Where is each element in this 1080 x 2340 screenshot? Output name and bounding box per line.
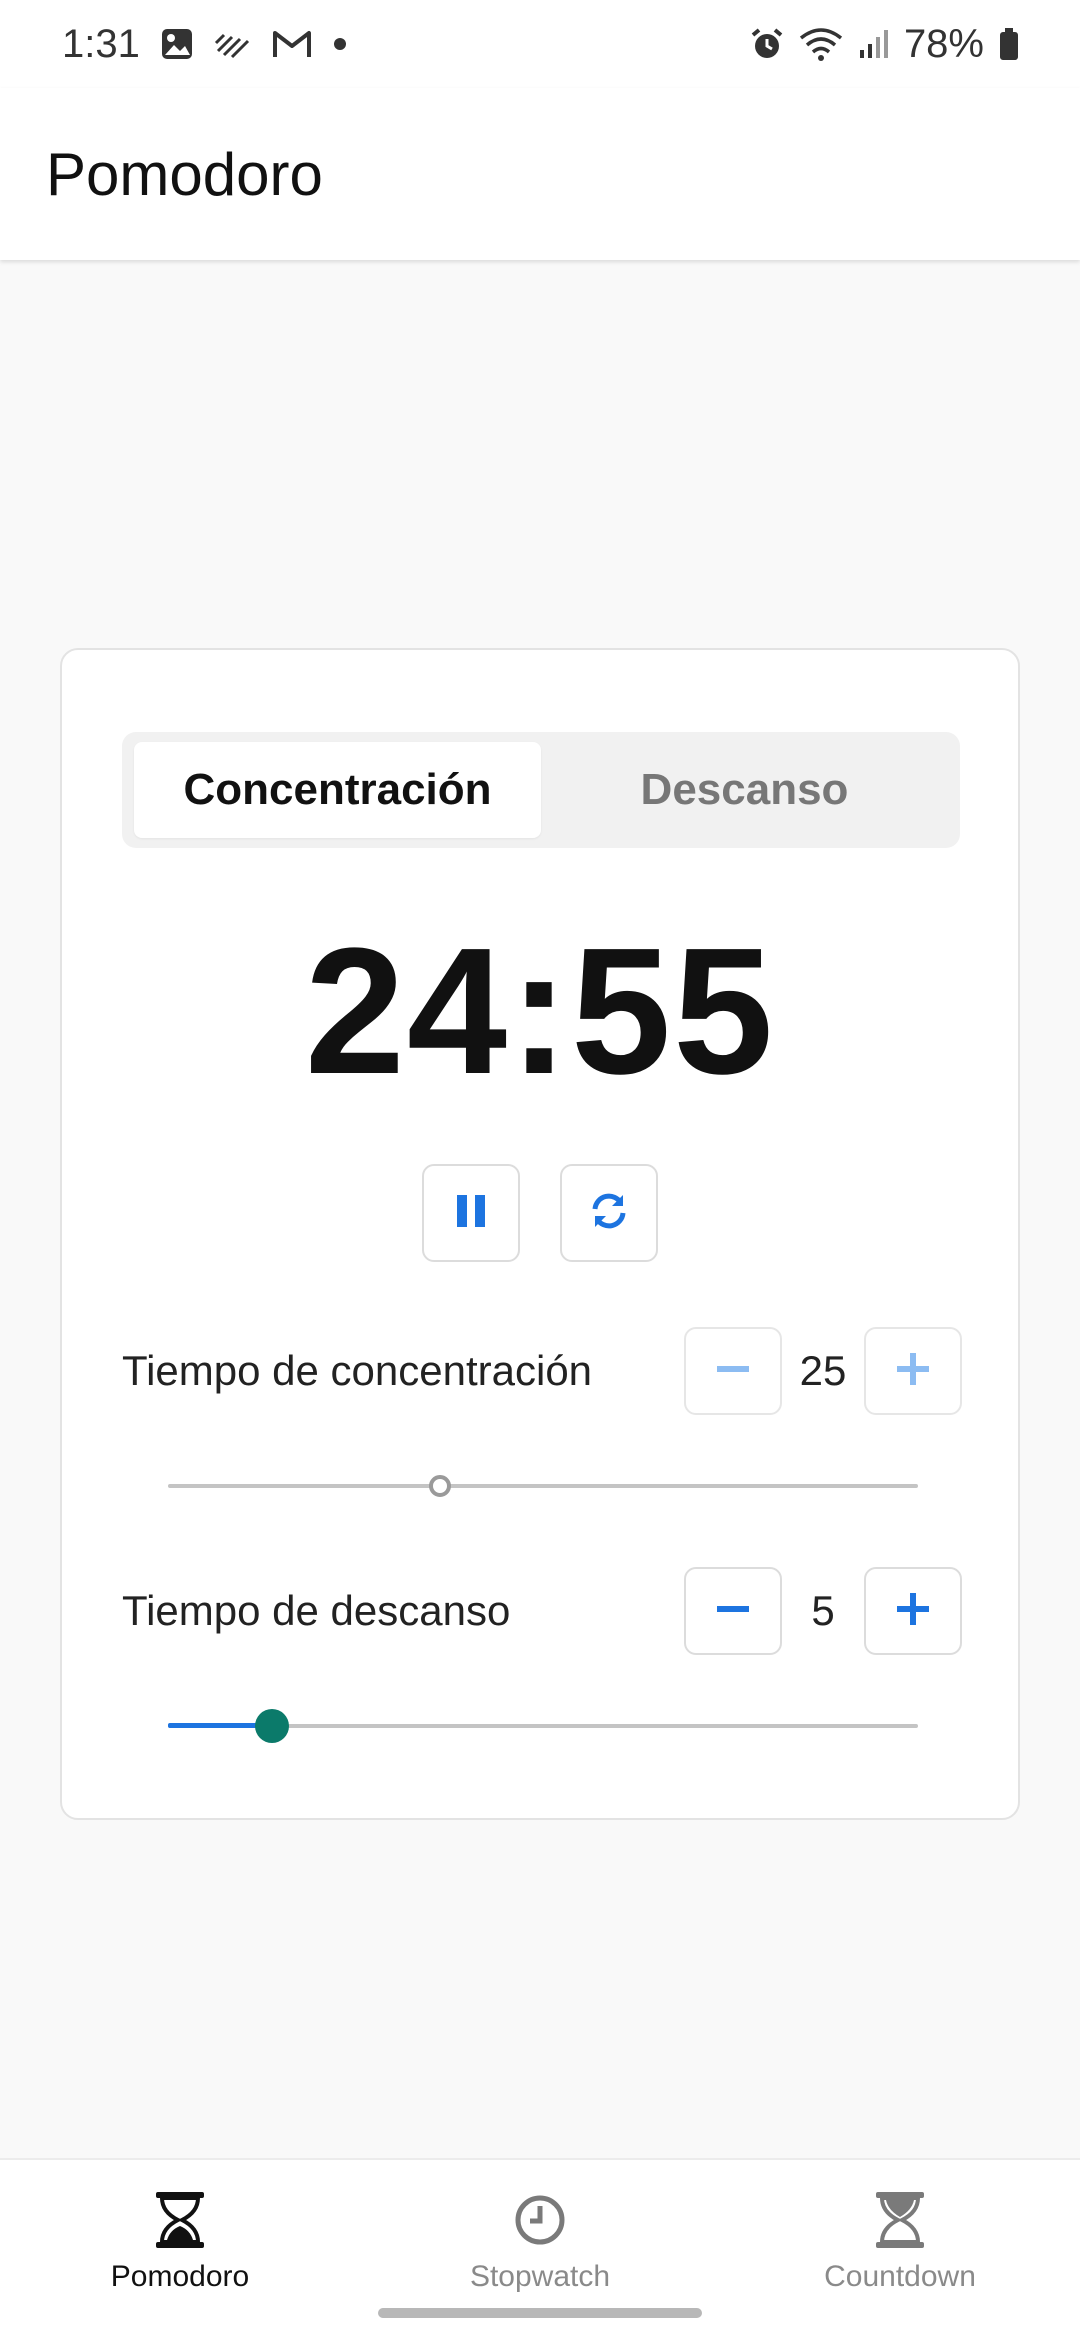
refresh-icon: [587, 1189, 631, 1238]
focus-time-stepper: 25: [684, 1327, 962, 1415]
home-indicator[interactable]: [378, 2308, 702, 2318]
nav-item-countdown[interactable]: Countdown: [720, 2160, 1080, 2340]
break-time-row: Tiempo de descanso 5: [122, 1566, 962, 1656]
battery-percent: 78%: [903, 21, 984, 66]
slider-thumb[interactable]: [429, 1475, 451, 1497]
focus-time-row: Tiempo de concentración 25: [122, 1326, 962, 1416]
break-time-label: Tiempo de descanso: [122, 1587, 511, 1634]
hourglass-icon: [154, 2188, 206, 2252]
focus-decrement-button[interactable]: [684, 1327, 782, 1415]
battery-icon: [998, 27, 1020, 61]
minus-icon: [715, 1591, 751, 1632]
gmail-icon: [272, 29, 312, 59]
tab-concentracion[interactable]: Concentración: [134, 742, 541, 838]
page-title: Pomodoro: [46, 140, 323, 208]
focus-time-label: Tiempo de concentración: [122, 1347, 593, 1394]
nav-label-stopwatch: Stopwatch: [469, 2260, 611, 2293]
break-time-value: 5: [811, 1587, 835, 1634]
cell-signal-icon: [858, 28, 890, 60]
clock-icon: [514, 2188, 566, 2252]
timer-controls: [62, 1164, 1018, 1262]
status-right: 78%: [750, 22, 1020, 67]
slider-thumb[interactable]: [255, 1709, 289, 1743]
hourglass-icon: [874, 2188, 926, 2252]
nav-label-countdown: Countdown: [824, 2260, 976, 2293]
app-bar: Pomodoro: [0, 88, 1080, 260]
break-decrement-button[interactable]: [684, 1567, 782, 1655]
status-bar: 1:31 78%: [0, 0, 1080, 88]
pause-icon: [451, 1191, 491, 1236]
nav-item-pomodoro[interactable]: Pomodoro: [0, 2160, 360, 2340]
plus-icon: [895, 1351, 931, 1392]
minus-icon: [715, 1351, 751, 1392]
dot-icon: [332, 36, 348, 52]
signal-noise-icon: [214, 29, 252, 59]
pomodoro-card: Concentración Descanso 24:55 Tiempo de c…: [60, 648, 1020, 1820]
bottom-nav: Pomodoro Stopwatch Countdown: [0, 2158, 1080, 2340]
slider-track: [168, 1484, 918, 1488]
plus-icon: [895, 1591, 931, 1632]
wifi-icon: [798, 26, 844, 62]
gallery-icon: [160, 27, 194, 61]
reset-button[interactable]: [560, 1164, 658, 1262]
timer-display: 24:55: [304, 911, 776, 1112]
break-time-stepper: 5: [684, 1567, 962, 1655]
screen: 1:31 78% Pomodoro Concentración Descanso…: [0, 0, 1080, 2340]
pause-button[interactable]: [422, 1164, 520, 1262]
status-left: 1:31: [62, 22, 348, 67]
break-increment-button[interactable]: [864, 1567, 962, 1655]
focus-time-slider[interactable]: [168, 1466, 918, 1506]
break-time-slider[interactable]: [168, 1706, 918, 1746]
mode-tabs: Concentración Descanso: [122, 732, 960, 848]
nav-label-pomodoro: Pomodoro: [110, 2260, 250, 2293]
tab-descanso[interactable]: Descanso: [541, 742, 948, 838]
focus-time-value: 25: [799, 1347, 847, 1394]
status-time: 1:31: [62, 21, 140, 66]
alarm-icon: [750, 27, 784, 61]
focus-increment-button[interactable]: [864, 1327, 962, 1415]
